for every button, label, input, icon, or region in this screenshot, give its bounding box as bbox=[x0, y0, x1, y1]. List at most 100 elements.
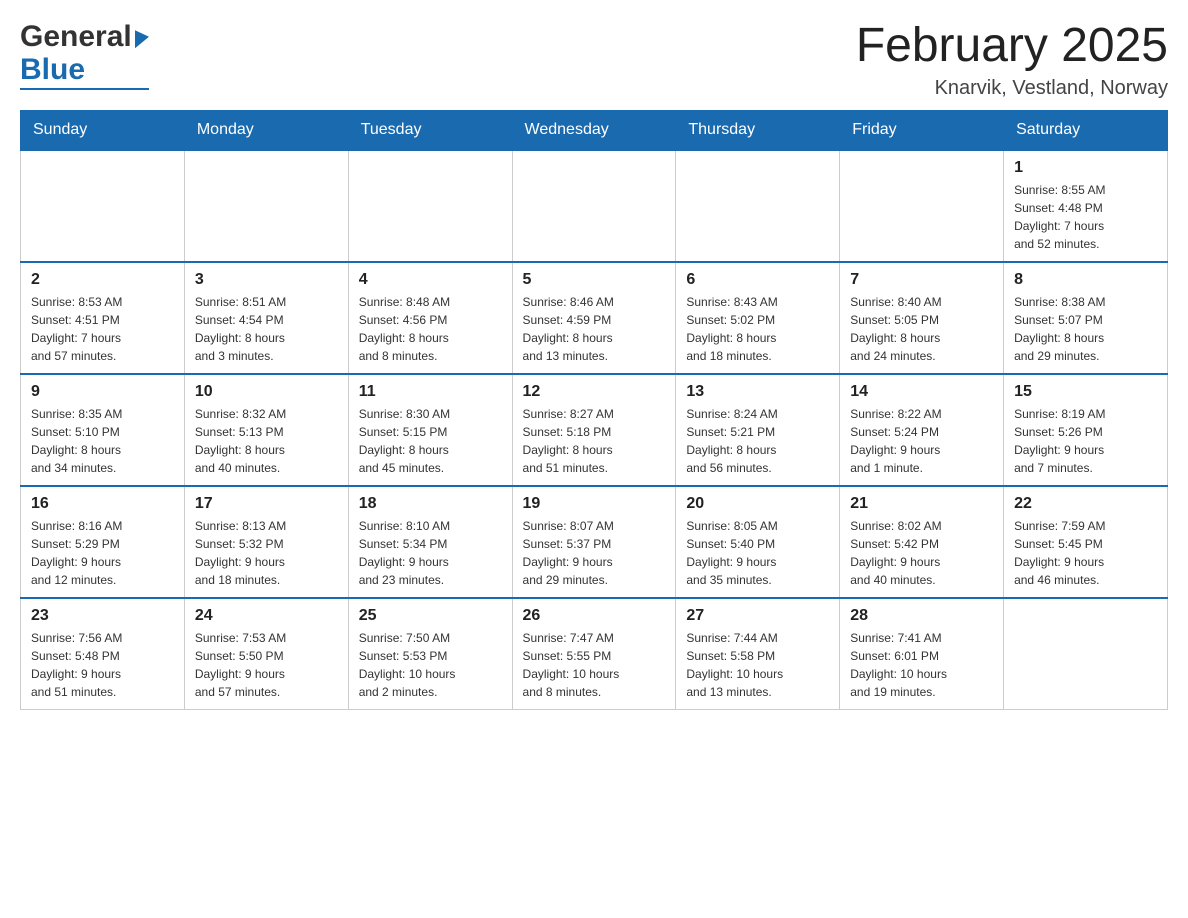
title-area: February 2025 Knarvik, Vestland, Norway bbox=[856, 20, 1168, 100]
day-info: Sunrise: 7:56 AM Sunset: 5:48 PM Dayligh… bbox=[31, 629, 174, 701]
day-cell: 21 Sunrise: 8:02 AM Sunset: 5:42 PM Dayli… bbox=[840, 486, 1004, 598]
logo-triangle-icon bbox=[135, 28, 149, 48]
day-info: Sunrise: 8:07 AM Sunset: 5:37 PM Dayligh… bbox=[523, 517, 666, 589]
page-header: General Blue February 2025 Knarvik, Vest… bbox=[20, 20, 1168, 100]
day-info: Sunrise: 8:38 AM Sunset: 5:07 PM Dayligh… bbox=[1014, 293, 1157, 365]
day-number: 19 bbox=[523, 495, 666, 513]
day-number: 2 bbox=[31, 271, 174, 289]
day-cell: 25 Sunrise: 7:50 AM Sunset: 5:53 PM Dayli… bbox=[348, 598, 512, 710]
day-info: Sunrise: 8:48 AM Sunset: 4:56 PM Dayligh… bbox=[359, 293, 502, 365]
day-number: 17 bbox=[195, 495, 338, 513]
day-info: Sunrise: 8:13 AM Sunset: 5:32 PM Dayligh… bbox=[195, 517, 338, 589]
day-cell: 28 Sunrise: 7:41 AM Sunset: 6:01 PM Dayli… bbox=[840, 598, 1004, 710]
day-info: Sunrise: 7:47 AM Sunset: 5:55 PM Dayligh… bbox=[523, 629, 666, 701]
logo-general-text: General bbox=[20, 20, 149, 53]
day-info: Sunrise: 8:27 AM Sunset: 5:18 PM Dayligh… bbox=[523, 405, 666, 477]
day-cell: 23 Sunrise: 7:56 AM Sunset: 5:48 PM Dayli… bbox=[21, 598, 185, 710]
day-cell: 26 Sunrise: 7:47 AM Sunset: 5:55 PM Dayli… bbox=[512, 598, 676, 710]
day-number: 27 bbox=[686, 607, 829, 625]
day-info: Sunrise: 8:16 AM Sunset: 5:29 PM Dayligh… bbox=[31, 517, 174, 589]
day-cell: 11 Sunrise: 8:30 AM Sunset: 5:15 PM Dayli… bbox=[348, 374, 512, 486]
day-cell: 27 Sunrise: 7:44 AM Sunset: 5:58 PM Dayli… bbox=[676, 598, 840, 710]
day-info: Sunrise: 8:30 AM Sunset: 5:15 PM Dayligh… bbox=[359, 405, 502, 477]
day-info: Sunrise: 8:19 AM Sunset: 5:26 PM Dayligh… bbox=[1014, 405, 1157, 477]
day-cell: 10 Sunrise: 8:32 AM Sunset: 5:13 PM Dayli… bbox=[184, 374, 348, 486]
day-cell bbox=[21, 150, 185, 262]
day-info: Sunrise: 7:53 AM Sunset: 5:50 PM Dayligh… bbox=[195, 629, 338, 701]
calendar-table: SundayMondayTuesdayWednesdayThursdayFrid… bbox=[20, 110, 1168, 710]
weekday-header-sunday: Sunday bbox=[21, 110, 185, 150]
day-cell: 24 Sunrise: 7:53 AM Sunset: 5:50 PM Dayli… bbox=[184, 598, 348, 710]
day-number: 10 bbox=[195, 383, 338, 401]
day-info: Sunrise: 8:35 AM Sunset: 5:10 PM Dayligh… bbox=[31, 405, 174, 477]
weekday-header-monday: Monday bbox=[184, 110, 348, 150]
day-number: 8 bbox=[1014, 271, 1157, 289]
day-info: Sunrise: 8:10 AM Sunset: 5:34 PM Dayligh… bbox=[359, 517, 502, 589]
day-info: Sunrise: 8:22 AM Sunset: 5:24 PM Dayligh… bbox=[850, 405, 993, 477]
day-number: 15 bbox=[1014, 383, 1157, 401]
day-number: 24 bbox=[195, 607, 338, 625]
day-info: Sunrise: 8:02 AM Sunset: 5:42 PM Dayligh… bbox=[850, 517, 993, 589]
day-number: 12 bbox=[523, 383, 666, 401]
day-cell: 19 Sunrise: 8:07 AM Sunset: 5:37 PM Dayli… bbox=[512, 486, 676, 598]
weekday-header-wednesday: Wednesday bbox=[512, 110, 676, 150]
day-info: Sunrise: 7:41 AM Sunset: 6:01 PM Dayligh… bbox=[850, 629, 993, 701]
day-info: Sunrise: 8:43 AM Sunset: 5:02 PM Dayligh… bbox=[686, 293, 829, 365]
day-cell: 2 Sunrise: 8:53 AM Sunset: 4:51 PM Daylig… bbox=[21, 262, 185, 374]
logo-underline bbox=[20, 88, 149, 90]
day-cell: 14Sunrise: 8:22 AM Sunset: 5:24 PM Dayli… bbox=[840, 374, 1004, 486]
day-cell: 7 Sunrise: 8:40 AM Sunset: 5:05 PM Daylig… bbox=[840, 262, 1004, 374]
day-number: 16 bbox=[31, 495, 174, 513]
week-row-4: 16 Sunrise: 8:16 AM Sunset: 5:29 PM Dayli… bbox=[21, 486, 1168, 598]
weekday-header-saturday: Saturday bbox=[1004, 110, 1168, 150]
day-number: 6 bbox=[686, 271, 829, 289]
day-number: 21 bbox=[850, 495, 993, 513]
week-row-5: 23 Sunrise: 7:56 AM Sunset: 5:48 PM Dayli… bbox=[21, 598, 1168, 710]
day-number: 5 bbox=[523, 271, 666, 289]
day-info: Sunrise: 7:44 AM Sunset: 5:58 PM Dayligh… bbox=[686, 629, 829, 701]
day-number: 25 bbox=[359, 607, 502, 625]
day-cell: 6 Sunrise: 8:43 AM Sunset: 5:02 PM Daylig… bbox=[676, 262, 840, 374]
day-number: 9 bbox=[31, 383, 174, 401]
day-info: Sunrise: 8:53 AM Sunset: 4:51 PM Dayligh… bbox=[31, 293, 174, 365]
day-number: 28 bbox=[850, 607, 993, 625]
day-cell: 16 Sunrise: 8:16 AM Sunset: 5:29 PM Dayli… bbox=[21, 486, 185, 598]
day-number: 18 bbox=[359, 495, 502, 513]
day-number: 26 bbox=[523, 607, 666, 625]
day-cell bbox=[512, 150, 676, 262]
week-row-3: 9 Sunrise: 8:35 AM Sunset: 5:10 PM Daylig… bbox=[21, 374, 1168, 486]
weekday-header-friday: Friday bbox=[840, 110, 1004, 150]
day-number: 1 bbox=[1014, 159, 1157, 177]
day-cell bbox=[840, 150, 1004, 262]
day-cell: 20Sunrise: 8:05 AM Sunset: 5:40 PM Dayli… bbox=[676, 486, 840, 598]
day-number: 7 bbox=[850, 271, 993, 289]
day-cell: 12 Sunrise: 8:27 AM Sunset: 5:18 PM Dayli… bbox=[512, 374, 676, 486]
day-cell bbox=[184, 150, 348, 262]
day-cell: 15 Sunrise: 8:19 AM Sunset: 5:26 PM Dayli… bbox=[1004, 374, 1168, 486]
day-cell: 13Sunrise: 8:24 AM Sunset: 5:21 PM Dayli… bbox=[676, 374, 840, 486]
day-cell: 17 Sunrise: 8:13 AM Sunset: 5:32 PM Dayli… bbox=[184, 486, 348, 598]
day-info: Sunrise: 8:46 AM Sunset: 4:59 PM Dayligh… bbox=[523, 293, 666, 365]
day-info: Sunrise: 8:51 AM Sunset: 4:54 PM Dayligh… bbox=[195, 293, 338, 365]
day-info: Sunrise: 7:50 AM Sunset: 5:53 PM Dayligh… bbox=[359, 629, 502, 701]
week-row-2: 2 Sunrise: 8:53 AM Sunset: 4:51 PM Daylig… bbox=[21, 262, 1168, 374]
week-row-1: 1Sunrise: 8:55 AM Sunset: 4:48 PM Daylig… bbox=[21, 150, 1168, 262]
day-cell: 9 Sunrise: 8:35 AM Sunset: 5:10 PM Daylig… bbox=[21, 374, 185, 486]
weekday-header-thursday: Thursday bbox=[676, 110, 840, 150]
day-info: Sunrise: 8:40 AM Sunset: 5:05 PM Dayligh… bbox=[850, 293, 993, 365]
day-number: 23 bbox=[31, 607, 174, 625]
day-number: 4 bbox=[359, 271, 502, 289]
day-cell: 18 Sunrise: 8:10 AM Sunset: 5:34 PM Dayli… bbox=[348, 486, 512, 598]
day-number: 11 bbox=[359, 383, 502, 401]
weekday-header-row: SundayMondayTuesdayWednesdayThursdayFrid… bbox=[21, 110, 1168, 150]
day-cell: 8 Sunrise: 8:38 AM Sunset: 5:07 PM Daylig… bbox=[1004, 262, 1168, 374]
location-text: Knarvik, Vestland, Norway bbox=[856, 77, 1168, 100]
day-number: 20 bbox=[686, 495, 829, 513]
day-cell bbox=[1004, 598, 1168, 710]
day-number: 3 bbox=[195, 271, 338, 289]
day-cell bbox=[348, 150, 512, 262]
day-cell: 3 Sunrise: 8:51 AM Sunset: 4:54 PM Daylig… bbox=[184, 262, 348, 374]
day-info: Sunrise: 8:32 AM Sunset: 5:13 PM Dayligh… bbox=[195, 405, 338, 477]
logo-blue-text: Blue bbox=[20, 53, 149, 86]
day-cell: 5 Sunrise: 8:46 AM Sunset: 4:59 PM Daylig… bbox=[512, 262, 676, 374]
